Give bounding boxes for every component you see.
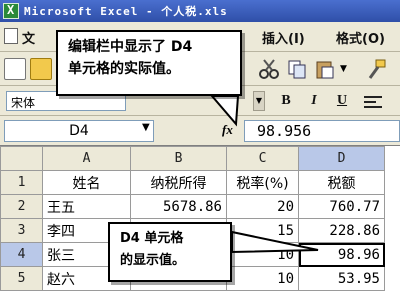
- formula-input[interactable]: 98.956: [244, 120, 400, 142]
- font-size-dropdown-icon[interactable]: ▼: [253, 91, 265, 111]
- align-left-icon[interactable]: [362, 94, 384, 108]
- row-header[interactable]: 3: [0, 218, 43, 243]
- formula-bar-callout: 编辑栏中显示了 D4 单元格的实际值。: [56, 30, 242, 96]
- cell-c5[interactable]: 10: [226, 266, 299, 291]
- copy-icon[interactable]: [286, 58, 308, 80]
- cell-a2[interactable]: 王五: [42, 194, 131, 219]
- bold-icon[interactable]: B: [276, 91, 296, 111]
- underline-icon[interactable]: U: [332, 91, 352, 111]
- callout-line: D4 单元格: [120, 231, 184, 246]
- callout-line: 单元格的实际值。: [68, 61, 180, 77]
- cell-display-callout: D4 单元格 的显示值。: [108, 222, 232, 282]
- row-header[interactable]: 4: [0, 242, 43, 267]
- italic-icon[interactable]: I: [304, 91, 324, 111]
- cell-d1[interactable]: 税额: [298, 170, 385, 195]
- row-header[interactable]: 2: [0, 194, 43, 219]
- cell-d3[interactable]: 228.86: [298, 218, 385, 243]
- table-row: 1 姓名 纳税所得 税率(%) 税额: [0, 170, 385, 195]
- new-document-icon[interactable]: [4, 58, 26, 80]
- cell-d5[interactable]: 53.95: [298, 266, 385, 291]
- column-header[interactable]: D: [298, 146, 385, 171]
- table-row: 2 王五 5678.86 20 760.77: [0, 194, 385, 219]
- row-header[interactable]: 5: [0, 266, 43, 291]
- column-header[interactable]: B: [130, 146, 227, 171]
- insert-function-icon[interactable]: fx: [222, 122, 233, 138]
- column-header-row: A B C D: [0, 146, 385, 171]
- cut-icon[interactable]: [258, 58, 280, 80]
- cell-a1[interactable]: 姓名: [42, 170, 131, 195]
- open-folder-icon[interactable]: [30, 58, 52, 80]
- window-title: Microsoft Excel - 个人税.xls: [24, 5, 228, 18]
- cell-d4[interactable]: 98.96: [298, 242, 385, 267]
- title-bar: X Microsoft Excel - 个人税.xls: [0, 0, 400, 22]
- menu-file[interactable]: 文: [22, 28, 35, 47]
- document-icon: [4, 28, 18, 44]
- callout-line: 的显示值。: [120, 253, 186, 268]
- cell-b2[interactable]: 5678.86: [130, 194, 227, 219]
- cell-c2[interactable]: 20: [226, 194, 299, 219]
- cell-b1[interactable]: 纳税所得: [130, 170, 227, 195]
- callout-line: 编辑栏中显示了 D4: [68, 39, 193, 55]
- column-header[interactable]: A: [42, 146, 131, 171]
- select-all-corner[interactable]: [0, 146, 43, 171]
- format-painter-icon[interactable]: [366, 58, 388, 80]
- formula-bar: D4 ▼ fx 98.956: [0, 116, 400, 146]
- menu-format[interactable]: 格式(O): [336, 28, 385, 47]
- name-box[interactable]: D4: [4, 120, 154, 142]
- paste-icon[interactable]: [314, 58, 336, 80]
- paste-dropdown-icon[interactable]: ▼: [340, 64, 347, 74]
- column-header[interactable]: C: [226, 146, 299, 171]
- excel-icon: X: [3, 3, 19, 19]
- menu-insert[interactable]: 插入(I): [262, 28, 305, 47]
- row-header[interactable]: 1: [0, 170, 43, 195]
- cell-c1[interactable]: 税率(%): [226, 170, 299, 195]
- cell-c4[interactable]: 10: [226, 242, 299, 267]
- name-box-dropdown-icon[interactable]: ▼: [142, 122, 150, 133]
- cell-d2[interactable]: 760.77: [298, 194, 385, 219]
- cell-c3[interactable]: 15: [226, 218, 299, 243]
